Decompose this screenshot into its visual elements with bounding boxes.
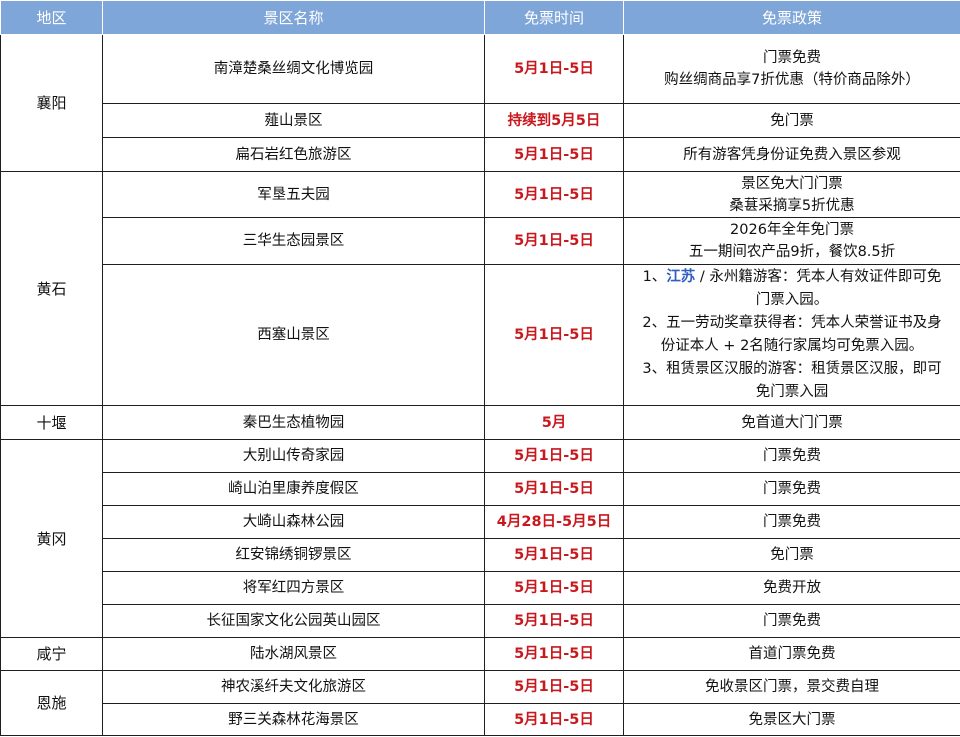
scenic-name-cell: 扁石岩红色旅游区 xyxy=(102,137,485,172)
scenic-name-cell: 长征国家文化公园英山园区 xyxy=(102,604,485,638)
policy-line: 五一期间农产品9折，餐饮8.5折 xyxy=(688,244,896,260)
table-row: 大崎山森林公园 4月28日-5月5日 门票免费 xyxy=(1,505,960,539)
policy-cell: 首道门票免费 xyxy=(623,637,960,671)
table-row: 崎山泊里康养度假区 5月1日-5日 门票免费 xyxy=(1,472,960,506)
free-time-cell: 5月1日-5日 xyxy=(484,604,624,638)
region-cell: 咸宁 xyxy=(0,637,103,671)
policy-cell: 2026年全年免门票 五一期间农产品9折，餐饮8.5折 xyxy=(623,217,960,265)
region-cell: 十堰 xyxy=(0,405,103,440)
policy-line: 景区免大门门票 xyxy=(741,175,843,192)
policy-cell: 1、江苏 / 永州籍游客：凭本人有效证件即可免 门票入园。 2、五一劳动奖章获得… xyxy=(623,264,960,406)
table-row: 将军红四方景区 5月1日-5日 免费开放 xyxy=(1,571,960,605)
scenic-name-cell: 军垦五夫园 xyxy=(102,171,485,218)
policy-cell: 所有游客凭身份证免费入景区参观 xyxy=(623,137,960,172)
free-time-cell: 5月1日-5日 xyxy=(484,703,624,736)
table-row: 扁石岩红色旅游区 5月1日-5日 所有游客凭身份证免费入景区参观 xyxy=(1,137,960,172)
free-time-cell: 5月1日-5日 xyxy=(484,439,624,473)
table-row: 红安锦绣铜锣景区 5月1日-5日 免门票 xyxy=(1,538,960,572)
policy-line: 3、租赁景区汉服的游客：租赁景区汉服，即可 xyxy=(642,361,942,377)
table-row: 十堰 秦巴生态植物园 5月 免首道大门门票 xyxy=(0,405,960,440)
scenic-name-cell: 大别山传奇家园 xyxy=(102,439,485,473)
scenic-name-cell: 陆水湖风景区 xyxy=(102,637,485,671)
policy-cell: 门票免费 xyxy=(623,472,960,506)
table-row: 襄阳 南漳楚桑丝绸文化博览园 5月1日-5日 门票免费 购丝绸商品享7折优惠（特… xyxy=(0,34,960,172)
policy-line: 桑葚采摘享5折优惠 xyxy=(729,197,855,214)
policy-line: 门票入园。 xyxy=(755,292,829,308)
free-admission-table: 地区 景区名称 免票时间 免票政策 襄阳 南漳楚桑丝绸文化博览园 5月1日-5日… xyxy=(0,0,960,736)
policy-cell: 门票免费 xyxy=(623,604,960,638)
policy-cell: 门票免费 购丝绸商品享7折优惠（特价商品除外） xyxy=(623,34,960,104)
header-row: 地区 景区名称 免票时间 免票政策 xyxy=(0,0,960,35)
scenic-name-cell: 崎山泊里康养度假区 xyxy=(102,472,485,506)
header-free-policy: 免票政策 xyxy=(623,0,960,35)
scenic-name-cell: 红安锦绣铜锣景区 xyxy=(102,538,485,572)
policy-cell: 门票免费 xyxy=(623,439,960,473)
scenic-name-cell: 薤山景区 xyxy=(102,103,485,138)
policy-cell: 门票免费 xyxy=(623,505,960,539)
policy-cell: 免门票 xyxy=(623,103,960,138)
table-row: 黄石 军垦五夫园 5月1日-5日 景区免大门门票 桑葚采摘享5折优惠 xyxy=(0,171,960,406)
region-cell: 黄石 xyxy=(0,171,103,406)
policy-cell: 免收景区门票，景交费自理 xyxy=(623,670,960,704)
policy-text: / 永州籍游客：凭本人有效证件即可免 xyxy=(695,269,942,285)
scenic-name-cell: 野三关森林花海景区 xyxy=(102,703,485,736)
table-row: 咸宁 陆水湖风景区 5月1日-5日 首道门票免费 xyxy=(0,637,960,671)
free-time-cell: 4月28日-5月5日 xyxy=(484,505,624,539)
header-free-time: 免票时间 xyxy=(484,0,624,35)
policy-line: 免门票入园 xyxy=(755,384,829,400)
free-time-cell: 5月1日-5日 xyxy=(484,538,624,572)
table-row: 野三关森林花海景区 5月1日-5日 免景区大门票 xyxy=(1,703,960,736)
free-time-cell: 5月1日-5日 xyxy=(484,137,624,172)
scenic-name-cell: 将军红四方景区 xyxy=(102,571,485,605)
free-time-cell: 5月1日-5日 xyxy=(484,571,624,605)
policy-cell: 免费开放 xyxy=(623,571,960,605)
region-cell: 襄阳 xyxy=(0,34,103,172)
region-cell: 恩施 xyxy=(0,670,103,736)
table-row: 黄冈 大别山传奇家园 5月1日-5日 门票免费 xyxy=(0,439,960,638)
policy-cell: 免首道大门门票 xyxy=(623,405,960,440)
free-time-cell: 5月1日-5日 xyxy=(484,171,624,218)
policy-line: 2026年全年免门票 xyxy=(730,222,854,238)
free-time-cell: 5月1日-5日 xyxy=(484,472,624,506)
region-cell: 黄冈 xyxy=(0,439,103,638)
table-row: 恩施 神农溪纤夫文化旅游区 5月1日-5日 免收景区门票，景交费自理 xyxy=(0,670,960,736)
table-row: 长征国家文化公园英山园区 5月1日-5日 门票免费 xyxy=(1,604,960,638)
free-time-cell: 5月1日-5日 xyxy=(484,34,624,104)
table-row: 薤山景区 持续到5月5日 免门票 xyxy=(1,103,960,138)
scenic-name-cell: 南漳楚桑丝绸文化博览园 xyxy=(102,34,485,104)
header-region: 地区 xyxy=(0,0,103,35)
table-row: 三华生态园景区 5月1日-5日 2026年全年免门票 五一期间农产品9折，餐饮8… xyxy=(1,217,960,265)
policy-cell: 景区免大门门票 桑葚采摘享5折优惠 xyxy=(623,171,960,218)
policy-line: 1、江苏 / 永州籍游客：凭本人有效证件即可免 xyxy=(626,266,958,289)
policy-line: 份证本人 + 2名随行家属均可免票入园。 xyxy=(660,338,924,354)
policy-prefix: 1、 xyxy=(642,269,667,285)
free-time-cell: 5月1日-5日 xyxy=(484,264,624,406)
free-time-cell: 5月1日-5日 xyxy=(484,670,624,704)
policy-cell: 免景区大门票 xyxy=(623,703,960,736)
scenic-name-cell: 西塞山景区 xyxy=(102,264,485,406)
policy-highlight: 江苏 xyxy=(666,269,696,285)
free-time-cell: 5月1日-5日 xyxy=(484,637,624,671)
table-row: 西塞山景区 5月1日-5日 1、江苏 / 永州籍游客：凭本人有效证件即可免 门票… xyxy=(1,264,960,406)
policy-line: 门票免费 xyxy=(763,50,821,66)
scenic-name-cell: 大崎山森林公园 xyxy=(102,505,485,539)
free-time-cell: 5月1日-5日 xyxy=(484,217,624,265)
policy-cell: 免门票 xyxy=(623,538,960,572)
scenic-name-cell: 三华生态园景区 xyxy=(102,217,485,265)
header-scenic-name: 景区名称 xyxy=(102,0,485,35)
scenic-name-cell: 秦巴生态植物园 xyxy=(102,405,485,440)
free-time-cell: 5月 xyxy=(484,405,624,440)
policy-line: 购丝绸商品享7折优惠（特价商品除外） xyxy=(664,72,920,88)
policy-line: 2、五一劳动奖章获得者：凭本人荣誉证书及身 xyxy=(642,315,942,331)
free-time-cell: 持续到5月5日 xyxy=(484,103,624,138)
scenic-name-cell: 神农溪纤夫文化旅游区 xyxy=(102,670,485,704)
